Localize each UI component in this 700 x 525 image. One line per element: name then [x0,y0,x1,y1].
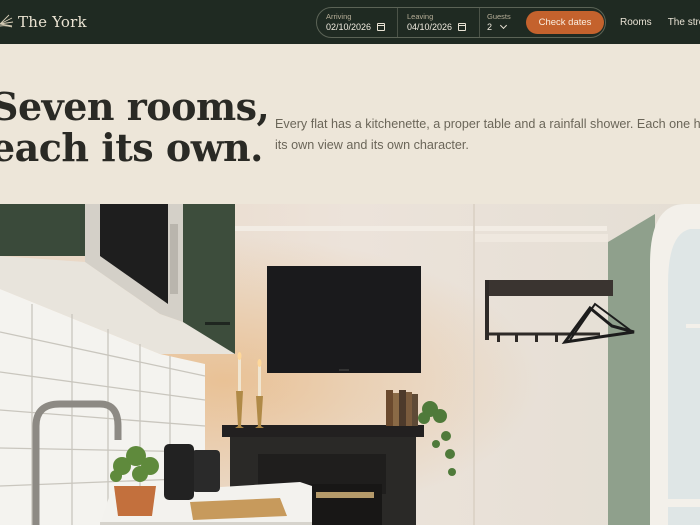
brand-name: The York [18,13,87,31]
guests-value[interactable]: 2 [487,21,492,33]
sunburst-logo-icon [0,14,14,28]
nav-link-rooms[interactable]: Rooms [620,17,652,28]
leaving-label: Leaving [407,12,434,21]
chevron-down-icon[interactable] [499,21,508,30]
arriving-date-value[interactable]: 02/10/2026 [326,21,371,33]
check-dates-button[interactable]: Check dates [526,11,604,34]
leaving-date-value[interactable]: 04/10/2026 [407,21,452,33]
nav-link-the-street[interactable]: The stre [668,17,700,28]
brand-logo[interactable]: The York [0,0,87,44]
calendar-icon[interactable] [458,23,467,31]
calendar-icon[interactable] [377,23,386,31]
hero-title-line-1: Seven rooms, [0,84,270,129]
guests-label: Guests [487,12,511,21]
arriving-field[interactable]: Arriving 02/10/2026 [317,8,397,37]
arriving-label: Arriving [326,12,352,21]
main-nav: Rooms The stre [620,0,700,44]
hero-title-line-2: each its own. [0,125,263,170]
booking-bar: Arriving 02/10/2026 Leaving 04/10/2026 G… [316,7,606,38]
room-photo-illustration [0,204,700,525]
room-photo [0,204,700,525]
leaving-field[interactable]: Leaving 04/10/2026 [397,8,479,37]
hero-title: Seven rooms, each its own. [0,84,270,170]
guests-select[interactable]: Guests 2 [479,8,517,37]
site-header: The York Arriving 02/10/2026 Leaving 04/… [0,0,700,44]
hero-description: Every flat has a kitchenette, a proper t… [275,117,700,152]
